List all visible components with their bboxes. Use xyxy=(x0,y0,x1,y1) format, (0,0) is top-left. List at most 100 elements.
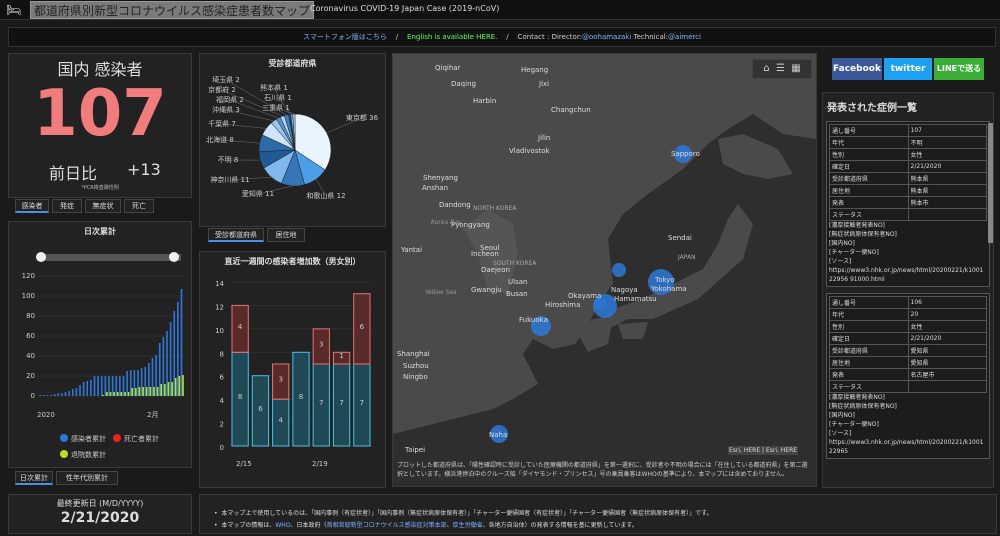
english-link[interactable]: English is available HERE. xyxy=(407,33,497,41)
map-city-label: Shenyang xyxy=(423,174,458,182)
tab-infected[interactable]: 感染者 xyxy=(15,199,49,213)
map-view[interactable]: Qiqihar Hegang Daqing Harbin Jixi Changchun Ji… xyxy=(393,54,816,486)
hokkaido-landmass xyxy=(718,134,793,179)
case-flag: [国内NO] xyxy=(829,240,855,247)
technical-link[interactable]: @aimerci xyxy=(668,33,701,41)
technical-label: Technical: xyxy=(631,33,669,41)
separator: / xyxy=(395,33,399,41)
map-city-label: Busan xyxy=(506,290,528,298)
case-list-scrollbar[interactable] xyxy=(988,123,993,243)
case-flag: [ソース] xyxy=(829,258,852,265)
map-attribution: Esri, HERE | Esri, HERE xyxy=(728,446,799,455)
bar-recovered xyxy=(109,392,112,396)
y-tick: 0 xyxy=(31,392,35,400)
tab-death[interactable]: 死亡 xyxy=(124,199,154,213)
bar-recovered xyxy=(164,384,166,396)
bar-recovered xyxy=(178,376,181,396)
daily-chart: 0 20 40 60 80 100 120 2020 2月 感染者累計 死亡者累計 退院数累… xyxy=(22,252,184,459)
page-title: 都道府県別新型コロナウイルス感染症患者数マップ xyxy=(30,1,315,19)
bar-infected xyxy=(158,343,161,396)
case-card[interactable]: 通し番号 107 年代 不明 性別 女性 確定日 2/21/2020 受診都道府県 熊本県 居住地熊… xyxy=(826,121,990,287)
tab-age-gender[interactable]: 性年代別累計 xyxy=(56,471,118,485)
contact-label: Contact : Director: xyxy=(517,33,582,41)
smartphone-link[interactable]: スマートフォン版はこちら xyxy=(303,33,387,41)
map-city-label: Tokyo xyxy=(654,276,675,284)
pie-label: 福岡県 2 xyxy=(216,95,244,104)
tab-clinic-prefecture[interactable]: 受診都道府県 xyxy=(208,228,264,242)
range-slider-handle-left[interactable] xyxy=(36,252,46,262)
mhlw-link[interactable]: 厚生労働省 xyxy=(453,522,483,529)
y-tick: 60 xyxy=(26,332,35,340)
gov-link[interactable]: 首相官邸新型コロナウイルス感染症対策本部 xyxy=(327,522,447,529)
case-field-value: 女性 xyxy=(907,148,987,161)
bar-infected xyxy=(64,392,67,396)
x-tick-feb: 2月 xyxy=(147,411,158,419)
case-field-label: 年代 xyxy=(829,136,909,149)
pie-label: 東京都 36 xyxy=(346,113,379,122)
director-link[interactable]: @oohamazaki xyxy=(582,33,631,41)
map-city-label: Hiroshima xyxy=(545,301,580,309)
map-city-label: Okayama xyxy=(568,292,601,300)
bar-infected xyxy=(50,395,52,396)
last-updated-label: 最終更新日 (M/D/YYYY) xyxy=(56,499,144,508)
bar-infected xyxy=(42,395,45,396)
pie-label: 不明 8 xyxy=(218,156,239,164)
map-panel[interactable]: Qiqihar Hegang Daqing Harbin Jixi Changchun Ji… xyxy=(392,53,817,487)
twitter-button[interactable]: twitter xyxy=(884,58,932,80)
case-source-link[interactable]: https://www3.nhk.or.jp/news/html/2020022… xyxy=(829,438,987,456)
legend-infected: 感染者累計 xyxy=(71,434,106,443)
y-tick: 100 xyxy=(22,292,35,300)
shikoku-landmass xyxy=(618,322,648,339)
map-city-label: Incheon xyxy=(471,250,499,258)
case-marker[interactable] xyxy=(612,263,626,277)
map-city-label: Dandong xyxy=(439,201,471,209)
bar-infected xyxy=(119,376,121,396)
case-field-label: 通し番号 xyxy=(829,124,909,137)
bar-value: 3 xyxy=(278,376,282,384)
bar-recovered xyxy=(156,387,159,396)
range-slider-handle-right[interactable] xyxy=(169,252,179,262)
tab-daily-cumulative[interactable]: 日次累計 xyxy=(15,471,53,485)
bar-infected xyxy=(79,385,81,396)
case-field-value: 20 xyxy=(907,308,987,321)
who-link[interactable]: WHO xyxy=(275,522,290,529)
tab-asymptomatic[interactable]: 無症状 xyxy=(85,199,121,213)
case-source-link[interactable]: https://www3.nhk.or.jp/news/html/2020022… xyxy=(829,266,987,284)
map-city-label: Fukuoka xyxy=(519,316,548,324)
bar-value: 8 xyxy=(238,393,242,401)
y-tick: 20 xyxy=(26,372,35,380)
bar-infected xyxy=(177,302,179,396)
case-field-label: 居住地 xyxy=(829,356,909,369)
pcr-note: *PCR検査陽性例 xyxy=(81,185,119,191)
case-field-value: 愛知県 xyxy=(907,344,987,357)
qr-icon[interactable]: ▦ xyxy=(791,63,800,74)
bar-recovered xyxy=(131,388,134,396)
bar-infected xyxy=(126,371,128,396)
case-list-panel: 発表された症例一覧 通し番号 107 年代 不明 性別 女性 確定日 2/21/2020 受診都… xyxy=(822,92,994,488)
home-icon[interactable]: ⌂ xyxy=(763,63,769,74)
legend-dot-infected xyxy=(60,434,68,442)
bar-infected xyxy=(82,382,85,396)
range-slider-track[interactable] xyxy=(41,254,181,261)
line-share-button[interactable]: LINEで送る xyxy=(934,58,984,80)
case-list[interactable]: 通し番号 107 年代 不明 性別 女性 確定日 2/21/2020 受診都道府県 熊本県 居住地熊… xyxy=(823,121,993,459)
case-field-value: 2/21/2020 xyxy=(907,332,987,345)
tab-residence[interactable]: 居住地 xyxy=(267,228,305,242)
y-tick: 0 xyxy=(220,444,224,452)
pie-label: 埼玉県 2 xyxy=(212,75,240,84)
bar-recovered xyxy=(124,392,126,396)
x-tick-2-19: 2/19 xyxy=(312,460,328,468)
list-icon[interactable]: ☰ xyxy=(776,63,785,74)
bed-icon: 🛏 xyxy=(6,3,22,17)
facebook-button[interactable]: Facebook xyxy=(832,58,882,80)
case-field-label: 性別 xyxy=(829,320,909,333)
bar-infected xyxy=(104,376,107,396)
tab-onset[interactable]: 発症 xyxy=(52,199,82,213)
bar-value: 4 xyxy=(238,323,243,331)
pie-label: 沖縄県 3 xyxy=(212,105,240,114)
case-card[interactable]: 通し番号 106 年代 20 性別 女性 確定日 2/21/2020 受診都道府県 愛知県 居住地愛… xyxy=(826,293,990,459)
bar-infected xyxy=(111,376,114,396)
case-field-label: 発表 xyxy=(829,368,909,381)
map-city-label: Jilin xyxy=(537,134,550,142)
y-tick: 80 xyxy=(26,312,35,320)
